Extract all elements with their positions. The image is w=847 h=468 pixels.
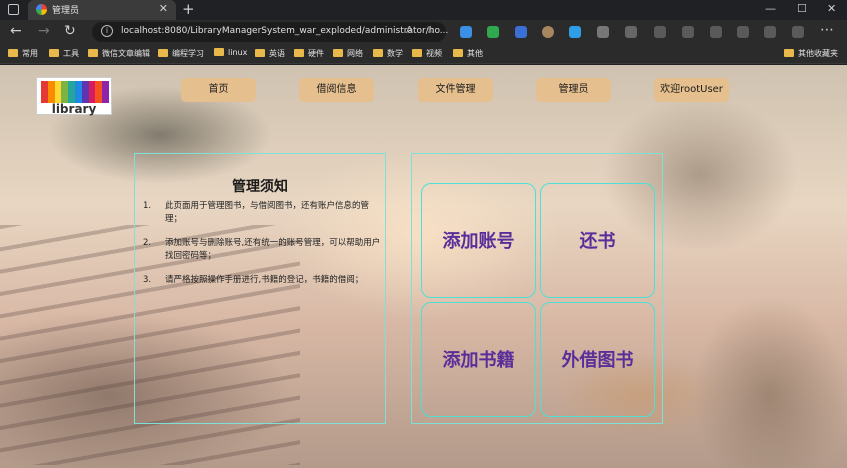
reload-icon[interactable]: ↻ <box>64 23 76 39</box>
screenshot-icon[interactable] <box>764 26 776 38</box>
bookmarks-bar: 常用 工具 微信文章编辑 编程学习 linux 英语 硬件 网络 数学 视频 其… <box>0 44 847 64</box>
extension-telegram-icon[interactable] <box>460 26 472 38</box>
window-menu-icon[interactable] <box>8 4 19 15</box>
logo-book-spines <box>41 81 109 103</box>
add-book-button[interactable]: 添加书籍 <box>421 302 536 417</box>
nav-home-button[interactable]: 首页 <box>181 78 256 102</box>
collections-icon[interactable] <box>682 26 694 38</box>
minimize-icon[interactable]: — <box>765 2 776 15</box>
close-tab-icon[interactable]: ✕ <box>159 2 168 15</box>
folder-icon <box>158 49 168 57</box>
notice-title: 管理须知 <box>232 179 288 195</box>
close-window-icon[interactable]: ✕ <box>827 2 836 15</box>
extension-shield-icon[interactable] <box>487 26 499 38</box>
page-viewport: library 首页 借阅信息 文件管理 管理员 欢迎rootUser 管理须知… <box>0 65 847 468</box>
extension-refresh-icon[interactable] <box>625 26 637 38</box>
extension-note-icon[interactable] <box>597 26 609 38</box>
bookmark-folder[interactable]: 数学 <box>373 48 403 59</box>
list-item: 2. 添加账号与删除账号,还有统一的账号管理，可以帮助用户找回密码等； <box>143 238 381 261</box>
actions-panel: 添加账号 还书 添加书籍 外借图书 <box>411 153 663 424</box>
notice-list: 1. 此页面用于管理图书，与借阅图书，还有账户信息的管理； 2. 添加账号与删除账号… <box>143 200 383 298</box>
nav-borrow-info-button[interactable]: 借阅信息 <box>299 78 374 102</box>
return-book-button[interactable]: 还书 <box>540 183 655 298</box>
welcome-user-button[interactable]: 欢迎rootUser <box>654 78 729 102</box>
management-notice-panel: 管理须知 1. 此页面用于管理图书，与借阅图书，还有账户信息的管理； 2. 添加账号… <box>134 153 386 424</box>
folder-icon <box>294 49 304 57</box>
folder-icon <box>784 49 794 57</box>
folder-icon <box>88 49 98 57</box>
more-menu-icon[interactable]: ⋯ <box>820 22 834 38</box>
bookmark-folder[interactable]: 微信文章编辑 <box>88 48 150 59</box>
bookmark-folder[interactable]: 英语 <box>255 48 285 59</box>
folder-icon <box>255 49 265 57</box>
list-item: 1. 此页面用于管理图书，与借阅图书，还有账户信息的管理； <box>143 201 370 224</box>
favorite-star-icon[interactable]: ☆ <box>426 25 435 36</box>
folder-icon <box>214 48 224 56</box>
profile-icon[interactable] <box>792 26 804 38</box>
folder-icon <box>412 49 422 57</box>
favicon-icon <box>36 4 47 15</box>
tab-bar: 管理员 ✕ + — ☐ ✕ <box>0 0 847 20</box>
bookmark-folder[interactable]: 常用 <box>8 48 38 59</box>
downloads-icon[interactable] <box>737 26 749 38</box>
folder-icon <box>49 49 59 57</box>
folder-icon <box>453 49 463 57</box>
url-text: localhost:8080/LibraryManagerSystem_war_… <box>121 26 449 36</box>
bookmark-folder[interactable]: 编程学习 <box>158 48 204 59</box>
bookmark-folder[interactable]: 硬件 <box>294 48 324 59</box>
site-info-icon[interactable]: i <box>101 25 113 37</box>
add-account-button[interactable]: 添加账号 <box>421 183 536 298</box>
extension-diamond-icon[interactable] <box>569 26 581 38</box>
bookmark-folder[interactable]: 视频 <box>412 48 442 59</box>
maximize-icon[interactable]: ☐ <box>797 2 807 15</box>
list-item: 3. 请严格按照操作手册进行,书籍的登记，书籍的借阅； <box>143 275 364 285</box>
other-bookmarks[interactable]: 其他收藏夹 <box>784 48 838 59</box>
tab-title: 管理员 <box>52 6 80 16</box>
bookmark-folder[interactable]: 其他 <box>453 48 483 59</box>
folder-icon <box>373 49 383 57</box>
new-tab-icon[interactable]: + <box>182 0 195 18</box>
back-icon[interactable]: ← <box>10 23 22 39</box>
tab-active[interactable]: 管理员 ✕ <box>28 0 176 20</box>
read-aloud-icon[interactable]: A <box>406 25 413 36</box>
library-logo: library <box>36 77 112 116</box>
extension-avatar-icon[interactable] <box>542 26 554 38</box>
nav-admin-button[interactable]: 管理员 <box>536 78 611 102</box>
folder-icon <box>8 49 18 57</box>
address-bar: ← → ↻ i localhost:8080/LibraryManagerSys… <box>0 20 847 44</box>
bookmark-folder[interactable]: 工具 <box>49 48 79 59</box>
logo-text: library <box>51 102 97 116</box>
url-field[interactable]: i localhost:8080/LibraryManagerSystem_wa… <box>92 22 449 42</box>
forward-icon[interactable]: → <box>38 23 50 39</box>
extension-cat-icon[interactable] <box>515 26 527 38</box>
history-icon[interactable] <box>710 26 722 38</box>
folder-icon <box>333 49 343 57</box>
lend-book-button[interactable]: 外借图书 <box>540 302 655 417</box>
nav-file-management-button[interactable]: 文件管理 <box>418 78 493 102</box>
favorites-icon[interactable] <box>654 26 666 38</box>
bookmark-folder[interactable]: linux <box>214 48 247 57</box>
bookmark-folder[interactable]: 网络 <box>333 48 363 59</box>
